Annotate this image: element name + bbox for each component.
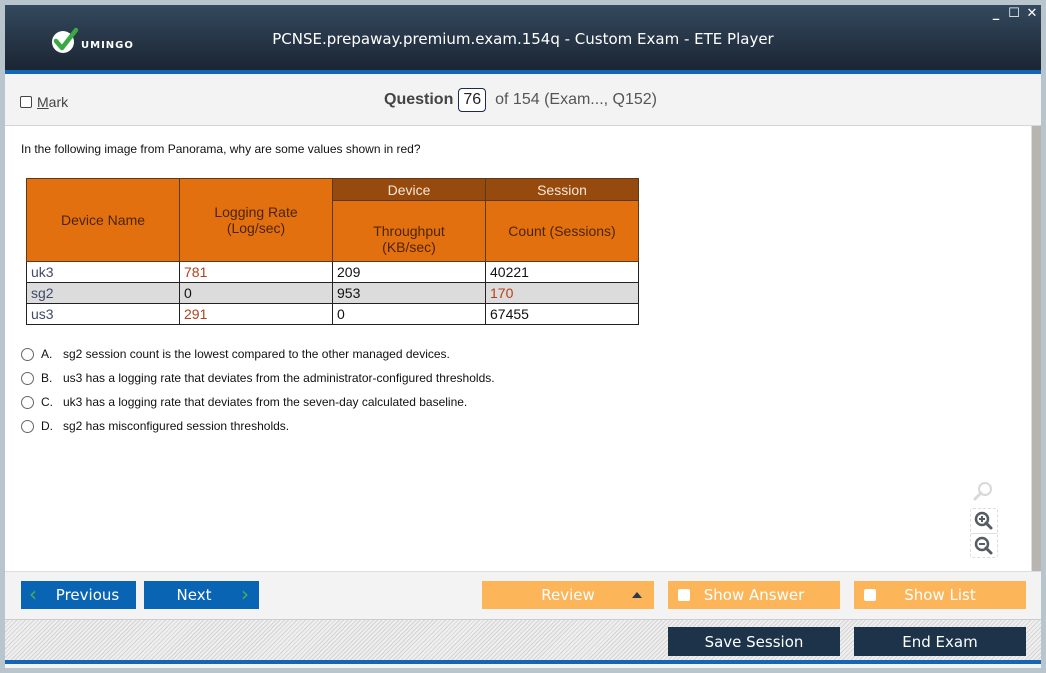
option-text: us3 has a logging rate that deviates fro… bbox=[63, 371, 495, 385]
option-text: sg2 has misconfigured session thresholds… bbox=[63, 419, 290, 433]
maximize-button[interactable]: ☐ bbox=[1008, 6, 1020, 21]
header-device-name: Device Name bbox=[26, 178, 180, 262]
radio-button[interactable] bbox=[21, 395, 34, 409]
show-list-label: Show List bbox=[904, 586, 976, 604]
caret-up-icon bbox=[632, 592, 642, 598]
option-b[interactable]: B. us3 has a logging rate that deviates … bbox=[21, 366, 495, 390]
cell-device: us3 bbox=[26, 303, 180, 325]
question-counter: Question 76 of 154 (Exam..., Q152) bbox=[384, 88, 657, 112]
zoom-reset-icon[interactable] bbox=[970, 480, 996, 504]
zoom-group bbox=[970, 508, 998, 558]
show-list-button[interactable]: Show List bbox=[854, 581, 1026, 609]
question-number-input[interactable]: 76 bbox=[458, 88, 487, 112]
next-button[interactable]: Next › bbox=[144, 581, 259, 609]
app-window: UMINGO PCNSE.prepaway.premium.exam.154q … bbox=[5, 5, 1041, 668]
cell-sessions: 67455 bbox=[485, 303, 639, 325]
checkbox-icon bbox=[864, 589, 876, 601]
table-row: uk3 781 209 40221 bbox=[26, 261, 639, 283]
window-controls: _ ☐ ✕ bbox=[990, 6, 1038, 21]
zoom-in-icon[interactable] bbox=[971, 509, 997, 533]
radio-button[interactable] bbox=[21, 371, 34, 385]
option-letter: D. bbox=[41, 419, 53, 433]
save-session-button[interactable]: Save Session bbox=[668, 627, 840, 656]
option-a[interactable]: A. sg2 session count is the lowest compa… bbox=[21, 342, 495, 366]
header-logging-line2: (Log/sec) bbox=[226, 220, 286, 236]
table-row: us3 291 0 67455 bbox=[26, 303, 639, 325]
option-letter: A. bbox=[41, 347, 53, 361]
checkbox-icon bbox=[678, 589, 690, 601]
minimize-button[interactable]: _ bbox=[990, 6, 1002, 21]
chevron-left-icon: ‹ bbox=[29, 582, 37, 606]
checkbox-icon[interactable] bbox=[20, 96, 32, 108]
mark-checkbox[interactable]: Mark bbox=[20, 94, 68, 110]
option-letter: C. bbox=[41, 395, 53, 409]
cell-throughput: 0 bbox=[332, 303, 486, 325]
radio-button[interactable] bbox=[21, 419, 34, 433]
end-exam-button[interactable]: End Exam bbox=[854, 627, 1026, 656]
header-logging-rate: Logging Rate (Log/sec) bbox=[179, 178, 333, 262]
footer-bar: Save Session End Exam bbox=[5, 619, 1041, 664]
mark-accel: M bbox=[37, 94, 49, 110]
header-throughput-line1: Throughput bbox=[373, 223, 445, 239]
cell-logging-rate: 0 bbox=[179, 282, 333, 304]
option-c[interactable]: C. uk3 has a logging rate that deviates … bbox=[21, 390, 495, 414]
navigation-bar: ‹ Previous Next › Review Show Answer Sho… bbox=[5, 571, 1041, 619]
next-label: Next bbox=[176, 586, 212, 604]
option-text: uk3 has a logging rate that deviates fro… bbox=[63, 395, 468, 409]
table-row: sg2 0 953 170 bbox=[26, 282, 639, 304]
header-throughput: Throughput (KB/sec) bbox=[332, 200, 486, 262]
header-logging-line1: Logging Rate bbox=[214, 204, 298, 220]
review-label: Review bbox=[541, 586, 595, 604]
previous-button[interactable]: ‹ Previous bbox=[21, 581, 136, 609]
cell-logging-rate: 781 bbox=[179, 261, 333, 283]
vertical-scrollbar[interactable] bbox=[1031, 126, 1041, 571]
cell-throughput: 953 bbox=[332, 282, 486, 304]
title-bar: UMINGO PCNSE.prepaway.premium.exam.154q … bbox=[5, 5, 1041, 74]
question-text: In the following image from Panorama, wh… bbox=[21, 142, 421, 156]
review-button[interactable]: Review bbox=[482, 581, 654, 609]
panorama-table: Device Name Logging Rate (Log/sec) Devic… bbox=[26, 178, 639, 325]
cell-throughput: 209 bbox=[332, 261, 486, 283]
cell-sessions: 170 bbox=[485, 282, 639, 304]
question-label: Question bbox=[384, 91, 454, 108]
cell-logging-rate: 291 bbox=[179, 303, 333, 325]
window-title: PCNSE.prepaway.premium.exam.154q - Custo… bbox=[272, 30, 774, 48]
close-button[interactable]: ✕ bbox=[1026, 6, 1038, 21]
cell-device: sg2 bbox=[26, 282, 180, 304]
radio-button[interactable] bbox=[21, 347, 34, 361]
question-total: of 154 (Exam..., Q152) bbox=[495, 91, 657, 108]
cell-sessions: 40221 bbox=[485, 261, 639, 283]
zoom-tools bbox=[970, 480, 998, 558]
group-header-session: Session bbox=[485, 178, 639, 201]
question-content: In the following image from Panorama, wh… bbox=[5, 126, 1031, 571]
header-throughput-line2: (KB/sec) bbox=[382, 239, 436, 255]
show-answer-button[interactable]: Show Answer bbox=[668, 581, 840, 609]
zoom-out-icon[interactable] bbox=[971, 533, 997, 557]
option-d[interactable]: D. sg2 has misconfigured session thresho… bbox=[21, 414, 495, 438]
answer-options: A. sg2 session count is the lowest compa… bbox=[21, 342, 495, 438]
option-letter: B. bbox=[41, 371, 53, 385]
group-header-device: Device bbox=[332, 178, 486, 201]
show-answer-label: Show Answer bbox=[703, 586, 805, 604]
mark-label: ark bbox=[48, 94, 69, 110]
previous-label: Previous bbox=[55, 586, 120, 604]
question-header: Mark Question 76 of 154 (Exam..., Q152) bbox=[5, 74, 1041, 126]
cell-device: uk3 bbox=[26, 261, 180, 283]
option-text: sg2 session count is the lowest compared… bbox=[63, 347, 450, 361]
chevron-right-icon: › bbox=[241, 582, 249, 606]
header-session-count: Count (Sessions) bbox=[485, 200, 639, 262]
